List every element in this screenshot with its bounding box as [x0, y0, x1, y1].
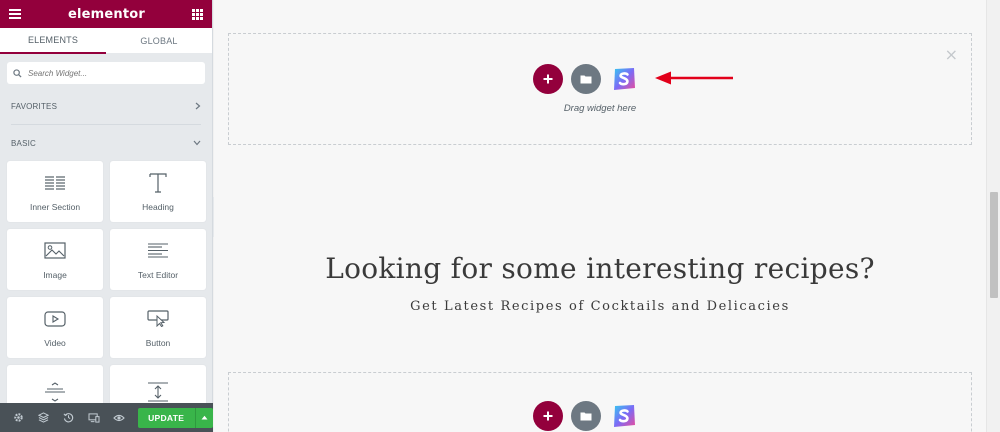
elementor-panel: elementor ELEMENTS GLOBAL FAVORITES BASI… [0, 0, 214, 432]
drag-widget-hint: Drag widget here [563, 103, 637, 114]
panel-tabs: ELEMENTS GLOBAL [0, 28, 212, 54]
search-box [7, 62, 205, 84]
scrollbar-thumb[interactable] [990, 192, 998, 298]
widget-text-editor[interactable]: Text Editor [110, 229, 206, 290]
editor-canvas: Drag widget here × Looking for some inte… [214, 0, 986, 432]
widget-label: Button [145, 337, 171, 348]
s-logo-icon [614, 405, 635, 427]
add-section-buttons [533, 64, 639, 94]
menu-icon[interactable] [9, 9, 21, 19]
update-options-button[interactable] [194, 407, 214, 428]
preview-eye-icon[interactable] [107, 403, 132, 432]
settings-icon[interactable] [6, 403, 31, 432]
chevron-right-icon [195, 102, 201, 110]
page-scrollbar[interactable] [986, 0, 1000, 432]
starter-templates-button[interactable] [609, 401, 639, 431]
add-template-button[interactable] [571, 401, 601, 431]
widget-video[interactable]: Video [7, 297, 103, 358]
widget-label: Inner Section [29, 201, 81, 212]
caret-up-icon [201, 415, 208, 420]
plus-icon [543, 74, 553, 84]
tab-elements[interactable]: ELEMENTS [0, 28, 106, 54]
update-button[interactable]: UPDATE [137, 407, 195, 428]
tab-global[interactable]: GLOBAL [106, 28, 212, 54]
section-subheading[interactable]: Get Latest Recipes of Cocktails and Deli… [214, 299, 986, 314]
widget-label: Image [43, 269, 67, 280]
widget-button[interactable]: Button [110, 297, 206, 358]
panel-header: elementor [0, 0, 212, 28]
category-favorites-label: FAVORITES [11, 101, 58, 111]
spacer-icon [147, 381, 169, 403]
add-section-dropzone-bottom[interactable] [228, 372, 972, 432]
add-section-button[interactable] [533, 64, 563, 94]
category-divider [11, 124, 201, 125]
widget-grid: Inner Section Heading Image Text Editor … [0, 155, 212, 426]
category-favorites[interactable]: FAVORITES [0, 94, 212, 118]
image-icon [44, 240, 66, 262]
navigator-icon[interactable] [31, 403, 56, 432]
add-section-dropzone[interactable]: Drag widget here × [228, 33, 972, 145]
section-heading[interactable]: Looking for some interesting recipes? [214, 252, 986, 285]
plus-icon [543, 411, 553, 421]
widgets-grid-icon[interactable] [191, 8, 203, 20]
widget-label: Heading [142, 201, 174, 212]
panel-footer: UPDATE [0, 403, 214, 432]
s-logo-icon [614, 68, 635, 90]
responsive-mode-icon[interactable] [81, 403, 106, 432]
widget-label: Video [44, 337, 66, 348]
widget-image[interactable]: Image [7, 229, 103, 290]
widget-label: Text Editor [137, 269, 179, 280]
search-input[interactable] [28, 68, 188, 78]
red-arrow-annotation [655, 71, 733, 85]
video-icon [44, 308, 66, 330]
widget-heading[interactable]: Heading [110, 161, 206, 222]
divider-icon [44, 381, 66, 403]
chevron-down-icon [193, 140, 201, 146]
elementor-logo: elementor [67, 6, 146, 22]
add-template-button[interactable] [571, 64, 601, 94]
category-basic-label: BASIC [11, 138, 37, 148]
text-editor-icon [147, 240, 169, 262]
folder-icon [580, 75, 592, 84]
folder-icon [580, 412, 592, 421]
search-wrap [0, 54, 212, 92]
close-icon[interactable]: × [945, 45, 958, 64]
history-icon[interactable] [56, 403, 81, 432]
inner-section-icon [44, 172, 66, 194]
starter-templates-button[interactable] [609, 64, 639, 94]
button-icon [147, 308, 169, 330]
heading-icon [149, 172, 167, 194]
add-section-buttons [533, 401, 639, 431]
add-section-button[interactable] [533, 401, 563, 431]
widget-inner-section[interactable]: Inner Section [7, 161, 103, 222]
category-basic[interactable]: BASIC [0, 131, 212, 155]
search-icon [13, 68, 22, 78]
